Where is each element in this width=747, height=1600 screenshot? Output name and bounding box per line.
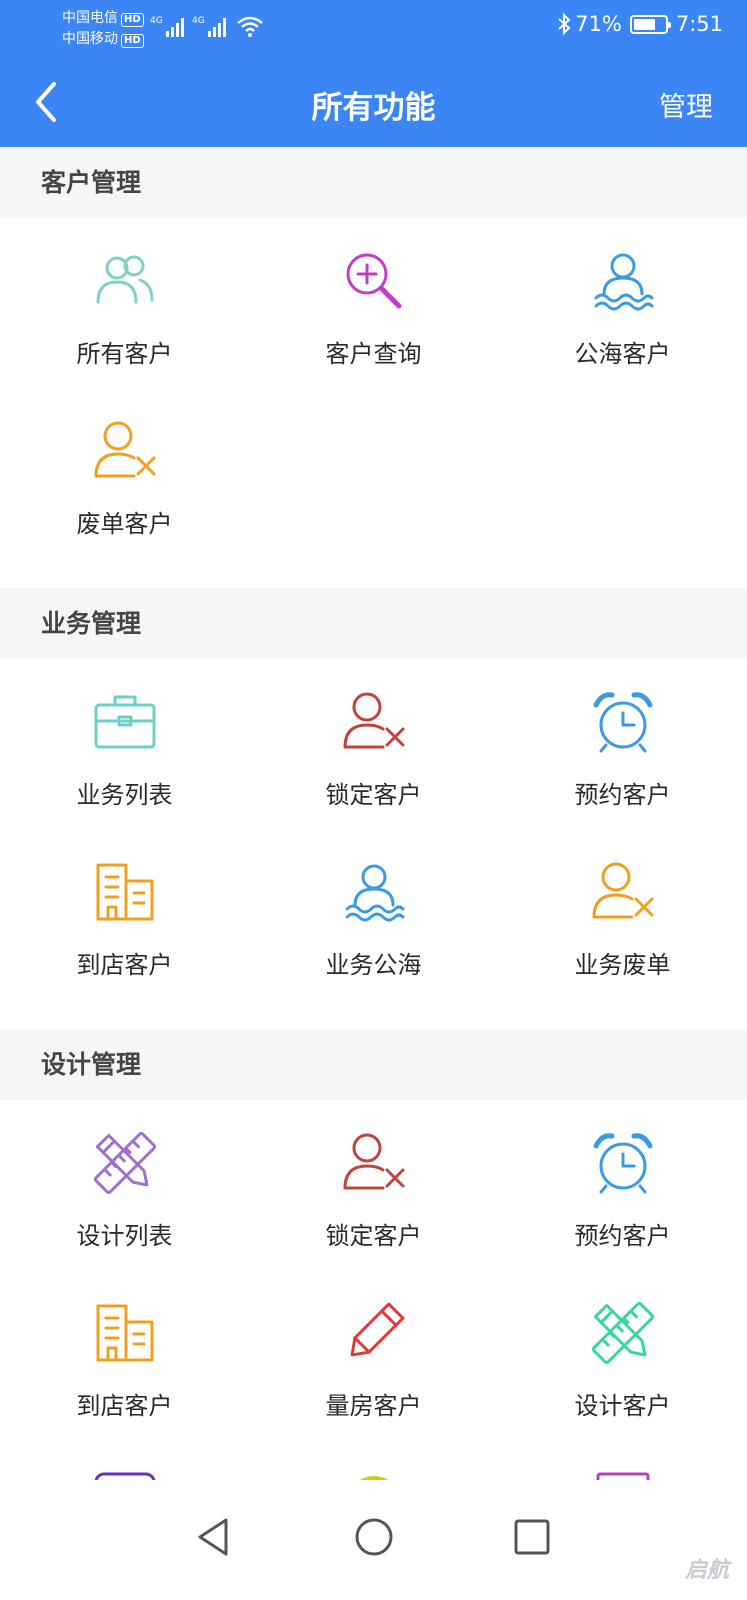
person-x-icon	[588, 857, 658, 927]
search-plus-icon	[339, 246, 409, 316]
person-x-icon	[339, 1128, 409, 1198]
function-label: 所有客户	[76, 340, 173, 368]
nav-home-icon[interactable]	[349, 1512, 399, 1562]
function-label: 业务废单	[574, 951, 671, 979]
function-item[interactable]: 业务公海	[249, 845, 498, 1015]
status-bar: 中国电信 HD 中国移动 HD 4G 4G 71% 7:51	[0, 0, 747, 58]
pencil-ruler-icon	[588, 1298, 658, 1368]
alarm-clock-icon	[588, 687, 658, 757]
manage-button[interactable]: 管理	[659, 85, 713, 124]
section-grid: 业务列表 锁定客户 预约客户 到店客户 业务公海 业务废单	[0, 659, 747, 1029]
pencil-icon	[339, 1298, 409, 1368]
function-item[interactable]: 锁定客户	[249, 1116, 498, 1286]
briefcase-icon	[90, 687, 160, 757]
function-item[interactable]: 所有客户	[0, 234, 249, 404]
clock: 7:51	[675, 12, 723, 36]
section-title: 设计管理	[0, 1029, 747, 1100]
page-title: 所有功能	[311, 90, 436, 126]
signal-icon-1: 4G	[150, 16, 184, 37]
function-label: 废单客户	[76, 510, 173, 538]
function-item[interactable]: 预约客户	[498, 1116, 747, 1286]
carrier-2: 中国移动	[62, 31, 118, 47]
pencil-ruler-icon	[90, 1128, 160, 1198]
net-label-2: 4G	[192, 16, 205, 26]
hd-badge-1: HD	[121, 13, 144, 27]
function-label: 设计客户	[574, 1392, 671, 1420]
function-item[interactable]: 业务列表	[0, 675, 249, 845]
battery-icon	[629, 14, 671, 34]
section-grid: 所有客户 客户查询 公海客户 废单客户	[0, 218, 747, 588]
function-item[interactable]: 锁定客户	[249, 675, 498, 845]
alarm-clock-icon	[588, 1128, 658, 1198]
function-label: 锁定客户	[325, 1222, 422, 1250]
building-icon	[90, 857, 160, 927]
function-item[interactable]: 量房客户	[249, 1286, 498, 1456]
function-label: 业务公海	[325, 951, 422, 979]
section-title: 客户管理	[0, 147, 747, 218]
function-label: 业务列表	[76, 781, 173, 809]
carrier-1: 中国电信	[62, 10, 118, 26]
function-item[interactable]: 到店客户	[0, 845, 249, 1015]
battery-percent: 71%	[575, 12, 622, 36]
building-icon	[90, 1298, 160, 1368]
person-x-icon	[90, 416, 160, 486]
function-label: 设计列表	[76, 1222, 173, 1250]
hd-badge-2: HD	[121, 34, 144, 48]
net-label-1: 4G	[150, 16, 163, 26]
function-label: 预约客户	[574, 1222, 671, 1250]
nav-back-icon[interactable]	[190, 1512, 240, 1562]
function-item[interactable]: 预约客户	[498, 675, 747, 845]
signal-icon-2: 4G	[192, 16, 226, 37]
person-waves-icon	[588, 246, 658, 316]
function-list: 客户管理 所有客户 客户查询 公海客户 废单客户 业务管理 业务列表 锁定客户 预…	[0, 147, 747, 1600]
function-label: 预约客户	[574, 781, 671, 809]
person-x-icon	[339, 687, 409, 757]
function-label: 量房客户	[325, 1392, 422, 1420]
function-label: 锁定客户	[325, 781, 422, 809]
function-item[interactable]: 设计客户	[498, 1286, 747, 1456]
section-title: 业务管理	[0, 588, 747, 659]
status-right: 71% 7:51	[557, 12, 723, 36]
top-bar: 中国电信 HD 中国移动 HD 4G 4G 71% 7:51 所有功能 管理	[0, 0, 747, 147]
function-item[interactable]: 业务废单	[498, 845, 747, 1015]
carrier-info: 中国电信 HD 中国移动 HD	[62, 8, 144, 50]
bluetooth-icon	[558, 12, 571, 36]
function-label: 公海客户	[574, 340, 671, 368]
person-waves-icon	[339, 857, 409, 927]
function-item[interactable]: 公海客户	[498, 234, 747, 404]
function-item[interactable]: 设计列表	[0, 1116, 249, 1286]
function-label: 到店客户	[76, 1392, 173, 1420]
watermark: 启航	[684, 1558, 729, 1583]
system-navigation-bar: 启航	[0, 1480, 747, 1600]
function-item[interactable]: 客户查询	[249, 234, 498, 404]
function-item[interactable]: 废单客户	[0, 404, 249, 574]
function-label: 客户查询	[325, 340, 422, 368]
nav-recents-icon[interactable]	[507, 1512, 557, 1562]
users-icon	[90, 246, 160, 316]
function-label: 到店客户	[76, 951, 173, 979]
wifi-icon	[237, 16, 263, 37]
function-item[interactable]: 到店客户	[0, 1286, 249, 1456]
